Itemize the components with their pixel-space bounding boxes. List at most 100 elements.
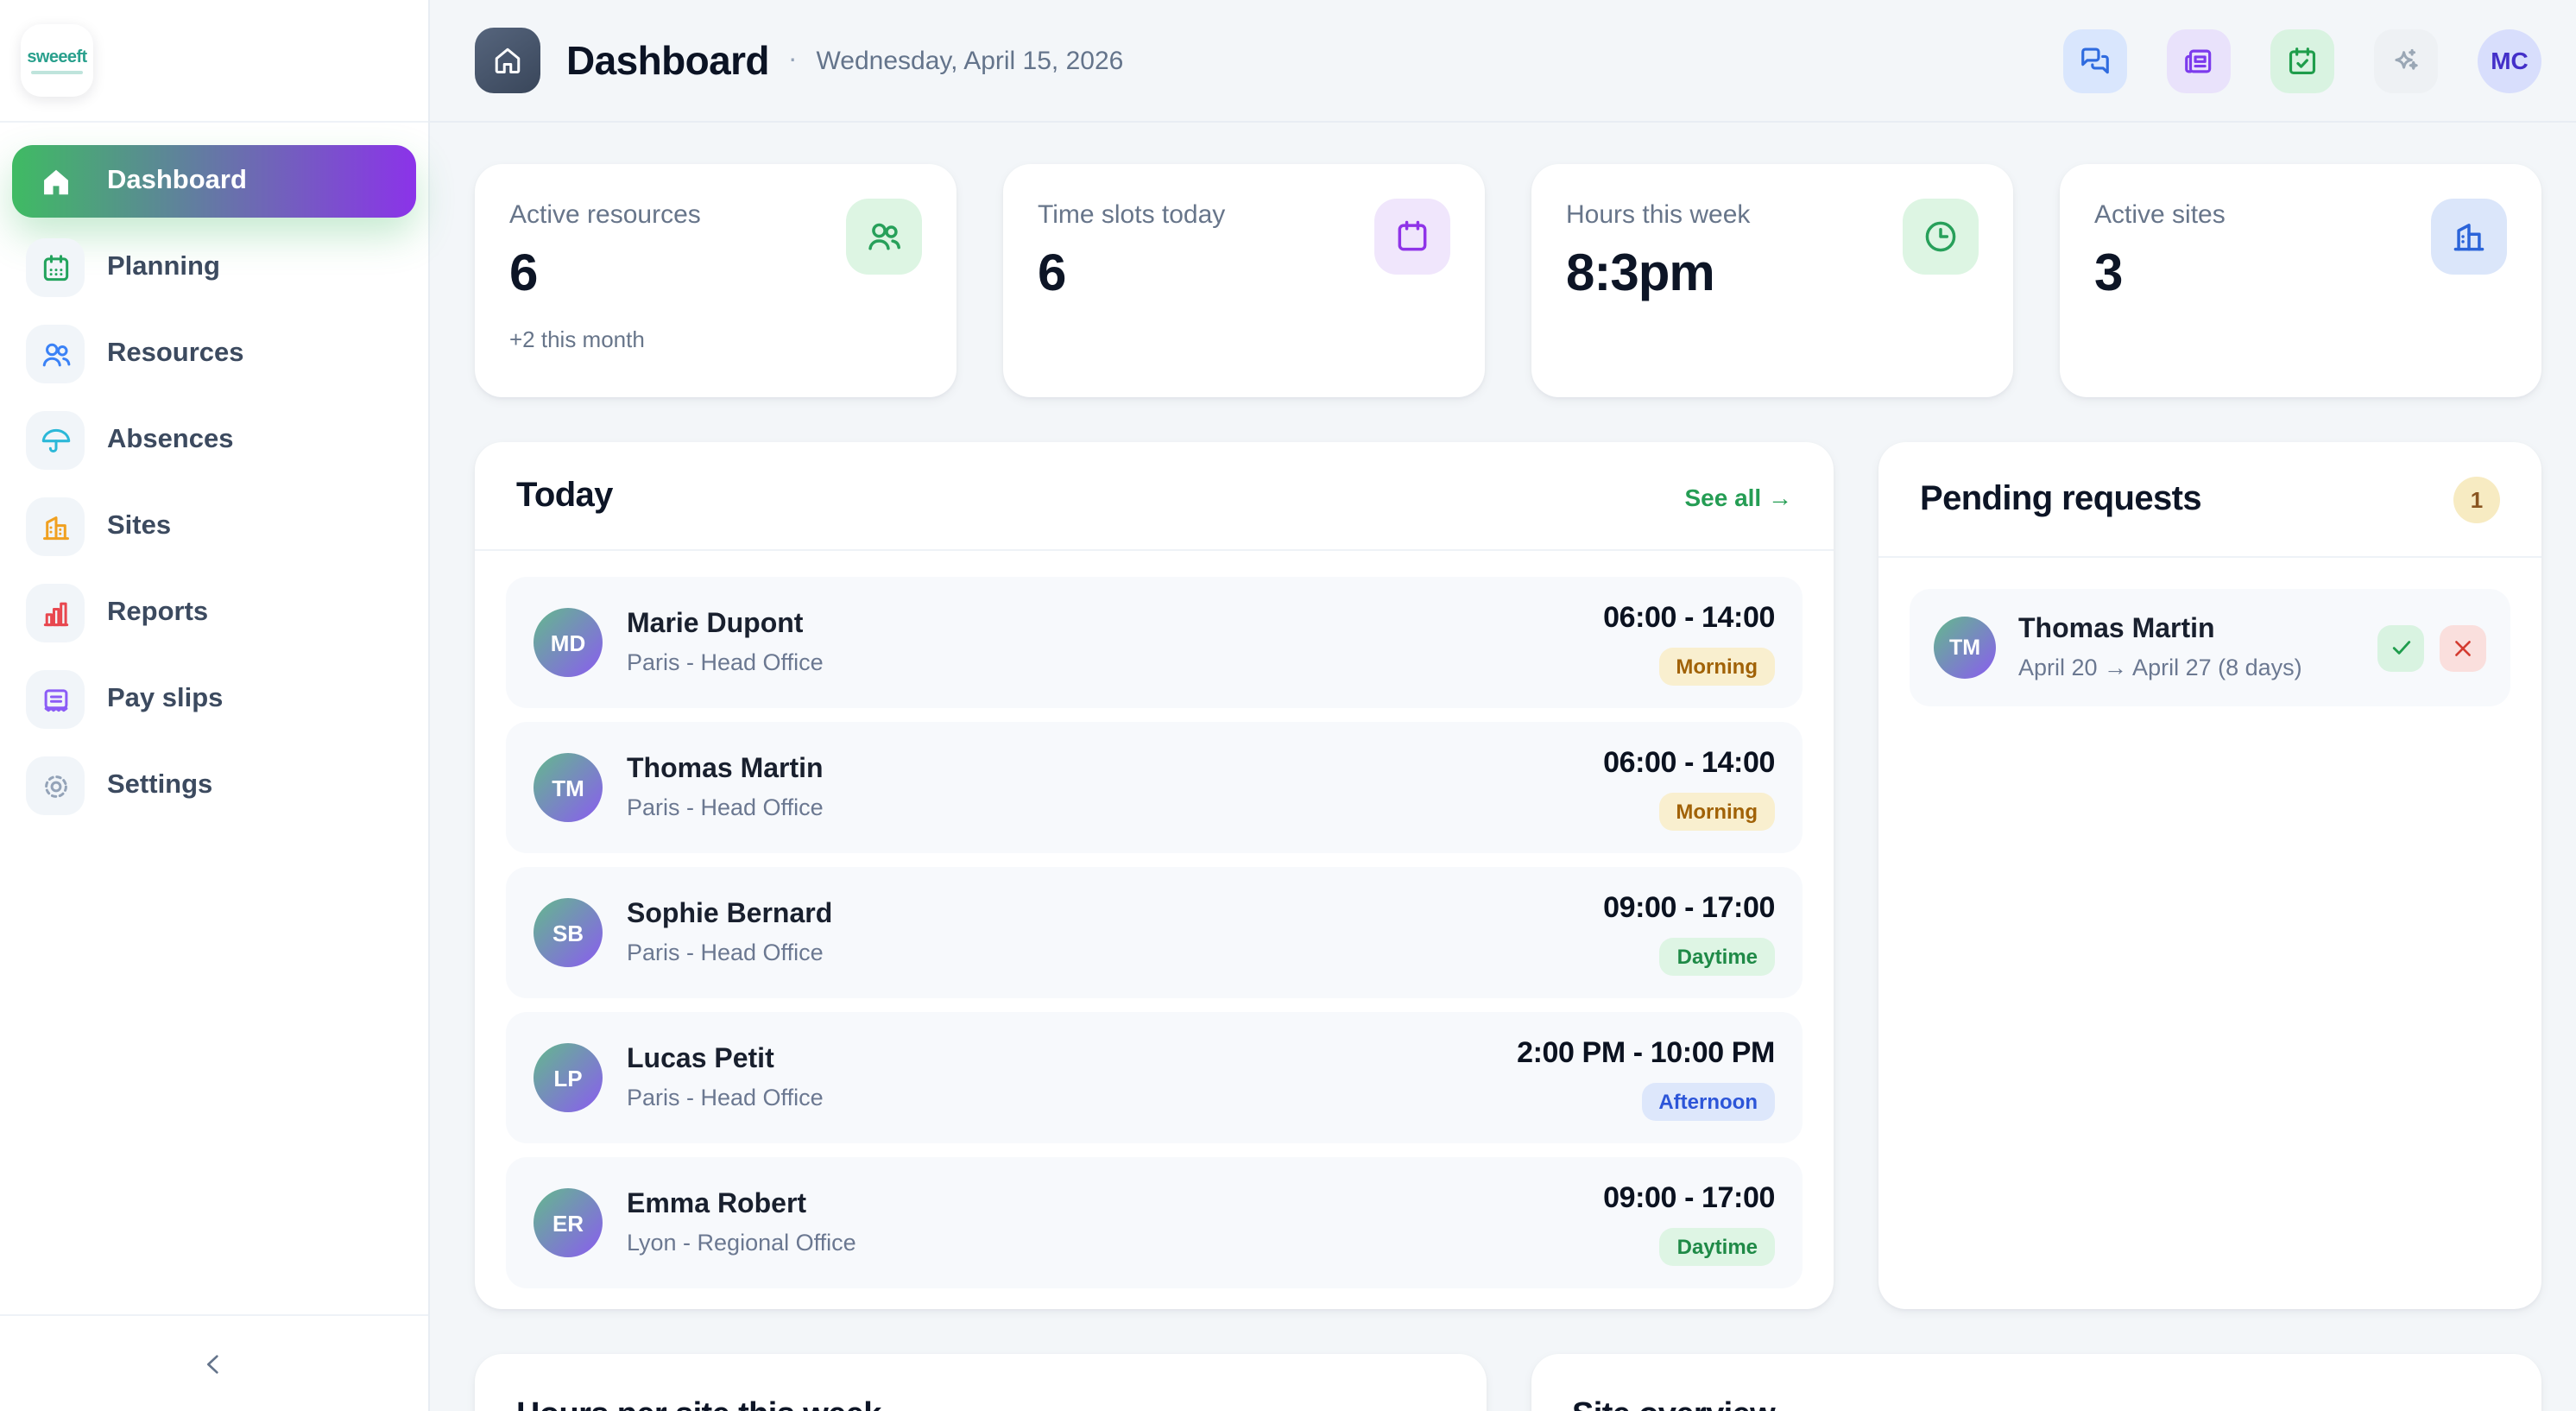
shift-time: 09:00 - 17:00 <box>1603 1180 1775 1215</box>
see-all-link[interactable]: See all → <box>1684 483 1792 510</box>
shift-site: Paris - Head Office <box>627 649 824 675</box>
chat-bubbles-icon <box>2079 44 2112 77</box>
sidebar-item-reports[interactable]: Reports <box>12 577 416 649</box>
request-row[interactable]: TM Thomas Martin April 20 → April 27 (8 … <box>1910 589 2510 706</box>
avatar: TM <box>534 753 603 822</box>
content: Active resources 6 +2 this month Time sl… <box>430 123 2576 1411</box>
check-icon <box>2389 636 2413 660</box>
shift-name: Emma Robert <box>627 1190 856 1221</box>
app-logo[interactable]: sweeeft <box>21 24 93 97</box>
umbrella-icon <box>26 411 85 470</box>
avatar: LP <box>534 1043 603 1112</box>
stat-card-hours-week: Hours this week 8:3pm <box>1531 164 2013 397</box>
shift-badge: Morning <box>1658 792 1775 830</box>
building-icon <box>26 497 85 556</box>
calendar-icon <box>1374 199 1450 275</box>
sidebar-item-label: Sites <box>107 511 171 542</box>
page-date: Wednesday, April 15, 2026 <box>817 46 1124 75</box>
shift-badge: Daytime <box>1660 1227 1775 1265</box>
bottom-row: Hours per site this week Site overview <box>475 1354 2541 1411</box>
site-overview-card: Site overview <box>1531 1354 2541 1411</box>
sidebar-item-label: Pay slips <box>107 684 223 715</box>
today-card: Today See all → MD Marie Dupont Paris - … <box>475 442 1834 1309</box>
users-icon <box>846 199 922 275</box>
building-icon <box>2431 199 2507 275</box>
approve-button[interactable] <box>2377 624 2424 671</box>
pending-list: TM Thomas Martin April 20 → April 27 (8 … <box>1878 558 2541 737</box>
sidebar-item-label: Absences <box>107 425 233 456</box>
sidebar-item-sites[interactable]: Sites <box>12 490 416 563</box>
page-title: Dashboard <box>566 37 769 84</box>
sidebar-item-absences[interactable]: Absences <box>12 404 416 477</box>
sidebar-item-resources[interactable]: Resources <box>12 318 416 390</box>
sidebar-item-planning[interactable]: Planning <box>12 231 416 304</box>
sidebar-nav: Dashboard Planning Resources Absences <box>0 123 428 1314</box>
sidebar-item-label: Reports <box>107 598 208 629</box>
shift-site: Paris - Head Office <box>627 1085 824 1110</box>
stat-sub: +2 this month <box>509 326 922 352</box>
sidebar-item-dashboard[interactable]: Dashboard <box>12 145 416 218</box>
shift-row[interactable]: SB Sophie Bernard Paris - Head Office 09… <box>506 867 1803 998</box>
newspaper-icon <box>2182 44 2215 77</box>
avatar: SB <box>534 898 603 967</box>
shift-name: Marie Dupont <box>627 610 824 641</box>
news-button[interactable] <box>2167 28 2231 92</box>
calendar-check-button[interactable] <box>2270 28 2334 92</box>
sidebar-item-payslips[interactable]: Pay slips <box>12 663 416 736</box>
shift-row[interactable]: MD Marie Dupont Paris - Head Office 06:0… <box>506 577 1803 708</box>
stat-card-active-resources: Active resources 6 +2 this month <box>475 164 957 397</box>
shift-row[interactable]: LP Lucas Petit Paris - Head Office 2:00 … <box>506 1012 1803 1143</box>
shift-name: Thomas Martin <box>627 755 824 786</box>
sidebar-item-label: Dashboard <box>107 166 247 197</box>
assistant-button[interactable] <box>2374 28 2438 92</box>
stat-card-time-slots: Time slots today 6 <box>1003 164 1485 397</box>
pending-title: Pending requests <box>1920 480 2201 520</box>
sidebar-item-label: Resources <box>107 339 244 370</box>
app-root: sweeeft Dashboard Planning <box>0 0 2576 1411</box>
shift-name: Sophie Bernard <box>627 900 832 931</box>
logo-text: sweeeft <box>27 47 86 66</box>
hours-per-site-title: Hours per site this week <box>516 1397 1444 1411</box>
receipt-icon <box>26 670 85 729</box>
title-separator: · <box>788 45 798 76</box>
logo-tagline <box>31 70 83 73</box>
stat-card-active-sites: Active sites 3 <box>2060 164 2541 397</box>
shift-time: 09:00 - 17:00 <box>1603 890 1775 925</box>
shift-time: 06:00 - 14:00 <box>1603 745 1775 780</box>
avatar: ER <box>534 1188 603 1257</box>
home-icon <box>26 152 85 211</box>
shift-name: Lucas Petit <box>627 1045 824 1076</box>
shift-badge: Afternoon <box>1641 1082 1775 1120</box>
sidebar-item-label: Settings <box>107 770 212 801</box>
calendar-icon <box>26 238 85 297</box>
sidebar-collapse-button[interactable] <box>186 1336 242 1391</box>
today-card-header: Today See all → <box>475 442 1834 551</box>
messages-button[interactable] <box>2063 28 2127 92</box>
shift-time: 2:00 PM - 10:00 PM <box>1517 1035 1775 1070</box>
chevron-left-icon <box>200 1350 228 1377</box>
avatar: TM <box>1934 617 1996 679</box>
today-title: Today <box>516 477 613 516</box>
shift-row[interactable]: TM Thomas Martin Paris - Head Office 06:… <box>506 722 1803 853</box>
sidebar: sweeeft Dashboard Planning <box>0 0 430 1411</box>
today-list: MD Marie Dupont Paris - Head Office 06:0… <box>475 551 1834 1309</box>
reject-button[interactable] <box>2440 624 2486 671</box>
shift-badge: Morning <box>1658 647 1775 685</box>
bar-chart-icon <box>26 584 85 642</box>
page-header: Dashboard · Wednesday, April 15, 2026 <box>430 0 2576 123</box>
sidebar-header: sweeeft <box>0 0 428 123</box>
shift-row[interactable]: ER Emma Robert Lyon - Regional Office 09… <box>506 1157 1803 1288</box>
shift-site: Paris - Head Office <box>627 940 832 965</box>
user-avatar[interactable]: MC <box>2478 28 2541 92</box>
clock-icon <box>1903 199 1979 275</box>
pending-count-badge: 1 <box>2453 477 2500 523</box>
main-area: Dashboard · Wednesday, April 15, 2026 <box>430 0 2576 1411</box>
shift-site: Paris - Head Office <box>627 794 824 820</box>
calendar-check-icon <box>2286 44 2319 77</box>
home-badge-icon <box>475 28 540 93</box>
middle-row: Today See all → MD Marie Dupont Paris - … <box>475 442 2541 1309</box>
users-icon <box>26 325 85 383</box>
site-overview-title: Site overview <box>1572 1397 2500 1411</box>
sparkles-icon <box>2390 44 2422 77</box>
sidebar-item-settings[interactable]: Settings <box>12 750 416 822</box>
